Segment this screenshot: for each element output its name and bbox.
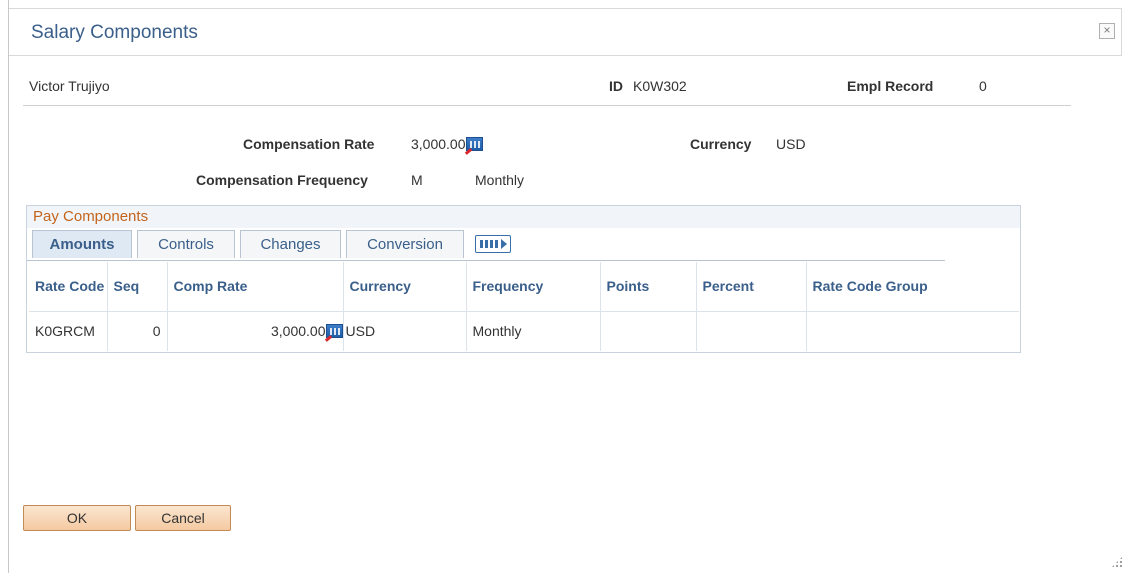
col-comp-rate[interactable]: Comp Rate — [167, 262, 344, 312]
salary-components-dialog: Salary Components × Victor Trujiyo ID K0… — [8, 0, 1129, 573]
currency-label: Currency — [690, 136, 752, 152]
cell-seq: 0 — [107, 311, 168, 351]
resize-grip-icon[interactable] — [1111, 556, 1123, 568]
compensation-frequency-desc: Monthly — [475, 172, 525, 188]
employee-name: Victor Trujiyo — [29, 78, 110, 94]
compensation-rate-value: 3,000.00 — [411, 136, 483, 152]
col-seq[interactable]: Seq — [107, 262, 168, 312]
col-points[interactable]: Points — [600, 262, 697, 312]
compensation-rate-label: Compensation Rate — [243, 136, 375, 152]
calculator-icon[interactable] — [465, 137, 483, 151]
grid-title-bar: Pay Components — [27, 206, 1020, 228]
tab-conversion[interactable]: Conversion — [346, 230, 464, 258]
table-header-row: Rate Code Seq Comp Rate Currency Frequen… — [29, 262, 1019, 312]
grid-lines — [480, 240, 500, 248]
header-divider — [23, 105, 1071, 106]
cell-comp-rate-value: 3,000.00 — [271, 323, 326, 340]
cell-rate-code: K0GRCM — [29, 311, 108, 351]
tab-amounts[interactable]: Amounts — [32, 230, 132, 258]
col-currency[interactable]: Currency — [343, 262, 467, 312]
id-label: ID — [609, 78, 623, 94]
cell-frequency: Monthly — [466, 311, 601, 351]
cell-rate-code-group — [806, 311, 1019, 351]
grid-title: Pay Components — [33, 208, 149, 225]
cancel-button[interactable]: Cancel — [135, 505, 231, 531]
col-rate-code[interactable]: Rate Code — [29, 262, 108, 312]
cell-comp-rate: 3,000.00 — [167, 311, 344, 351]
pay-components-grid: Pay Components Amounts Controls Changes … — [26, 205, 1021, 353]
expand-grid-icon[interactable] — [475, 235, 511, 253]
pay-components-table: Rate Code Seq Comp Rate Currency Frequen… — [29, 262, 1019, 351]
table-row: K0GRCM 0 3,000.00 USD Monthly — [29, 311, 1019, 351]
compensation-rate-amount: 3,000.00 — [411, 136, 466, 152]
close-icon[interactable]: × — [1099, 23, 1115, 39]
tab-changes[interactable]: Changes — [240, 230, 341, 258]
currency-value: USD — [776, 136, 806, 152]
col-percent[interactable]: Percent — [696, 262, 807, 312]
calculator-icon[interactable] — [325, 324, 343, 339]
tab-controls[interactable]: Controls — [137, 230, 235, 258]
tab-underline — [27, 260, 945, 261]
ok-button[interactable]: OK — [23, 505, 131, 531]
compensation-frequency-label: Compensation Frequency — [196, 172, 368, 188]
cell-percent — [696, 311, 807, 351]
id-value: K0W302 — [633, 78, 687, 94]
arrow-right-icon — [501, 239, 507, 249]
cell-points — [600, 311, 697, 351]
empl-record-label: Empl Record — [847, 78, 934, 94]
compensation-frequency-code: M — [411, 172, 423, 188]
dialog-titlebar: Salary Components × — [9, 8, 1122, 56]
cell-currency: USD — [343, 311, 467, 351]
col-frequency[interactable]: Frequency — [466, 262, 601, 312]
dialog-title: Salary Components — [31, 22, 198, 43]
col-rate-code-group[interactable]: Rate Code Group — [806, 262, 1019, 312]
empl-record-value: 0 — [979, 78, 987, 94]
